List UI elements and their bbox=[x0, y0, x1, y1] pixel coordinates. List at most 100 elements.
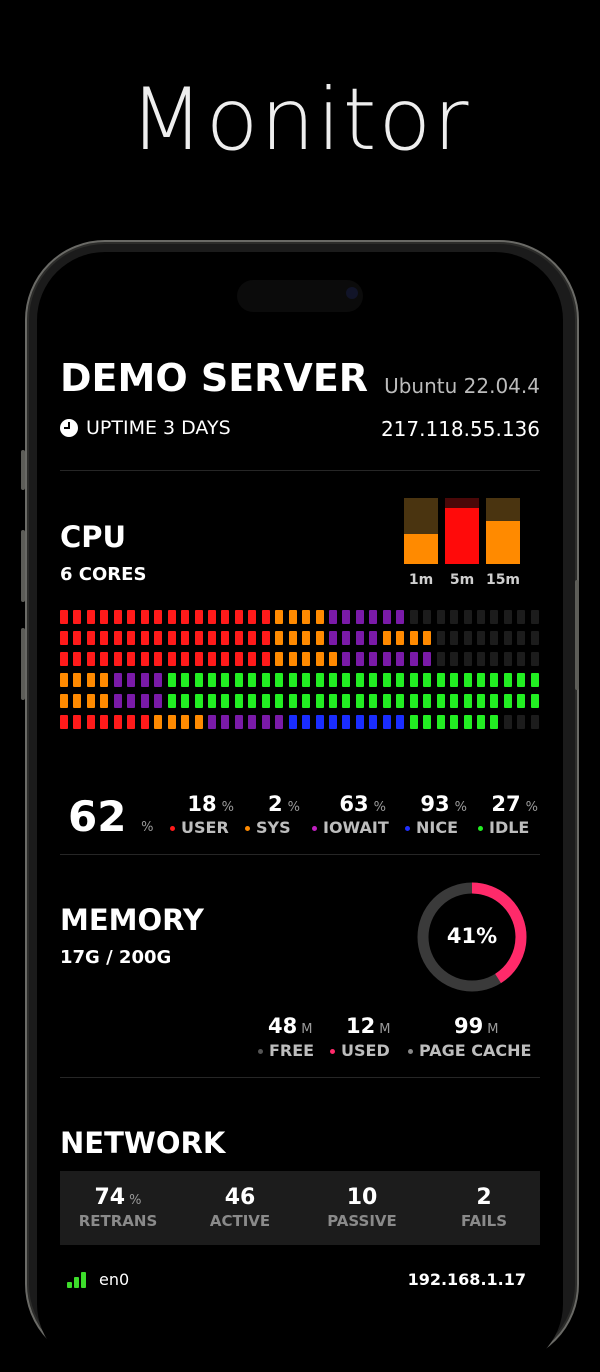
core-cell bbox=[315, 673, 324, 687]
core-cell bbox=[248, 715, 257, 729]
core-cell bbox=[127, 694, 136, 708]
core-cell bbox=[181, 715, 189, 729]
core-cell bbox=[463, 673, 472, 687]
cpu-stat-number: 2 bbox=[268, 792, 283, 816]
camera-icon bbox=[346, 287, 358, 299]
core-cell bbox=[86, 715, 95, 729]
core-cell bbox=[355, 673, 364, 687]
core-cell bbox=[194, 694, 203, 708]
memory-stat-value: 99 M bbox=[454, 1014, 498, 1038]
core-cell bbox=[503, 610, 512, 624]
core-cell bbox=[355, 631, 364, 645]
core-cell bbox=[517, 610, 526, 624]
cpu-cores: 6 CORES bbox=[60, 564, 147, 585]
core-cell bbox=[302, 610, 311, 624]
cpu-title: CPU bbox=[60, 520, 127, 554]
core-cell bbox=[100, 694, 109, 708]
core-cell bbox=[436, 610, 445, 624]
core-cell bbox=[436, 631, 445, 645]
load-bar-15m bbox=[486, 498, 520, 564]
network-stat-value: 10 bbox=[302, 1185, 422, 1210]
core-cell bbox=[60, 694, 68, 708]
core-cell bbox=[275, 652, 284, 666]
core-cell bbox=[436, 694, 445, 708]
core-cell bbox=[73, 694, 82, 708]
phone-side-button bbox=[21, 450, 25, 490]
core-cell bbox=[100, 715, 109, 729]
core-cell bbox=[503, 715, 512, 729]
cpu-stat-label: USER bbox=[170, 818, 229, 837]
cpu-stat-value: 27% bbox=[458, 792, 538, 816]
core-cell bbox=[154, 694, 163, 708]
core-cell bbox=[167, 694, 176, 708]
core-cell bbox=[329, 610, 337, 624]
core-cell bbox=[100, 610, 109, 624]
memory-stat-number: 99 bbox=[454, 1014, 484, 1038]
core-row bbox=[60, 652, 540, 666]
core-cell bbox=[140, 652, 149, 666]
cpu-stat-label: IDLE bbox=[478, 818, 529, 837]
network-stat-label: ACTIVE bbox=[209, 1212, 271, 1230]
divider bbox=[60, 854, 540, 855]
interface-name: en0 bbox=[99, 1270, 130, 1289]
core-cell bbox=[113, 694, 122, 708]
core-cell bbox=[342, 694, 351, 708]
core-cell bbox=[154, 715, 163, 729]
core-cell bbox=[450, 694, 458, 708]
core-cell bbox=[140, 715, 149, 729]
network-title: NETWORK bbox=[60, 1126, 226, 1160]
core-cell bbox=[329, 631, 337, 645]
core-cell bbox=[167, 631, 176, 645]
core-cell bbox=[288, 610, 297, 624]
legend-dot bbox=[170, 826, 175, 831]
phone-side-button bbox=[575, 580, 579, 690]
network-stat: 2 FAILS bbox=[424, 1185, 544, 1230]
core-cell bbox=[409, 631, 418, 645]
core-cell bbox=[436, 673, 445, 687]
hero-title: Monitor bbox=[129, 70, 471, 170]
core-cell bbox=[86, 652, 95, 666]
core-cell bbox=[450, 610, 458, 624]
core-cell bbox=[181, 673, 189, 687]
memory-stat-label-text: PAGE CACHE bbox=[419, 1041, 532, 1060]
network-stat-number: 74 bbox=[94, 1185, 126, 1210]
core-cell bbox=[127, 610, 136, 624]
memory-stat-label: USED bbox=[330, 1041, 390, 1060]
core-cell bbox=[60, 715, 68, 729]
core-cell bbox=[234, 610, 243, 624]
core-cell bbox=[396, 631, 405, 645]
core-cell bbox=[382, 652, 391, 666]
memory-stat-unit: M bbox=[379, 1022, 391, 1037]
core-cell bbox=[517, 652, 526, 666]
core-cell bbox=[234, 631, 243, 645]
core-cell bbox=[315, 652, 324, 666]
core-cell bbox=[275, 610, 284, 624]
core-cell bbox=[409, 673, 418, 687]
core-cell bbox=[302, 694, 311, 708]
core-cell bbox=[167, 652, 176, 666]
core-cell bbox=[423, 694, 432, 708]
core-cell bbox=[530, 694, 539, 708]
memory-stat-label: FREE bbox=[258, 1041, 314, 1060]
core-cell bbox=[261, 610, 270, 624]
core-cell bbox=[100, 631, 109, 645]
core-cell bbox=[423, 652, 432, 666]
cpu-total-value: 62 bbox=[68, 792, 127, 841]
core-cell bbox=[302, 715, 311, 729]
dynamic-island bbox=[237, 280, 363, 312]
cpu-stat-label: IOWAIT bbox=[312, 818, 389, 837]
core-cell bbox=[248, 631, 257, 645]
core-cell bbox=[73, 673, 82, 687]
core-row bbox=[60, 694, 540, 708]
load-bar-label: 15m bbox=[485, 572, 521, 588]
core-cell bbox=[436, 715, 445, 729]
network-stat-number: 10 bbox=[346, 1185, 378, 1210]
divider bbox=[60, 470, 540, 471]
cpu-stat-unit: % bbox=[287, 800, 300, 815]
network-stat-label: RETRANS bbox=[78, 1212, 158, 1230]
core-cell bbox=[140, 610, 149, 624]
core-cell bbox=[194, 610, 203, 624]
core-cell bbox=[382, 694, 391, 708]
memory-amount: 17G / 200G bbox=[60, 947, 172, 968]
core-cell bbox=[329, 715, 337, 729]
